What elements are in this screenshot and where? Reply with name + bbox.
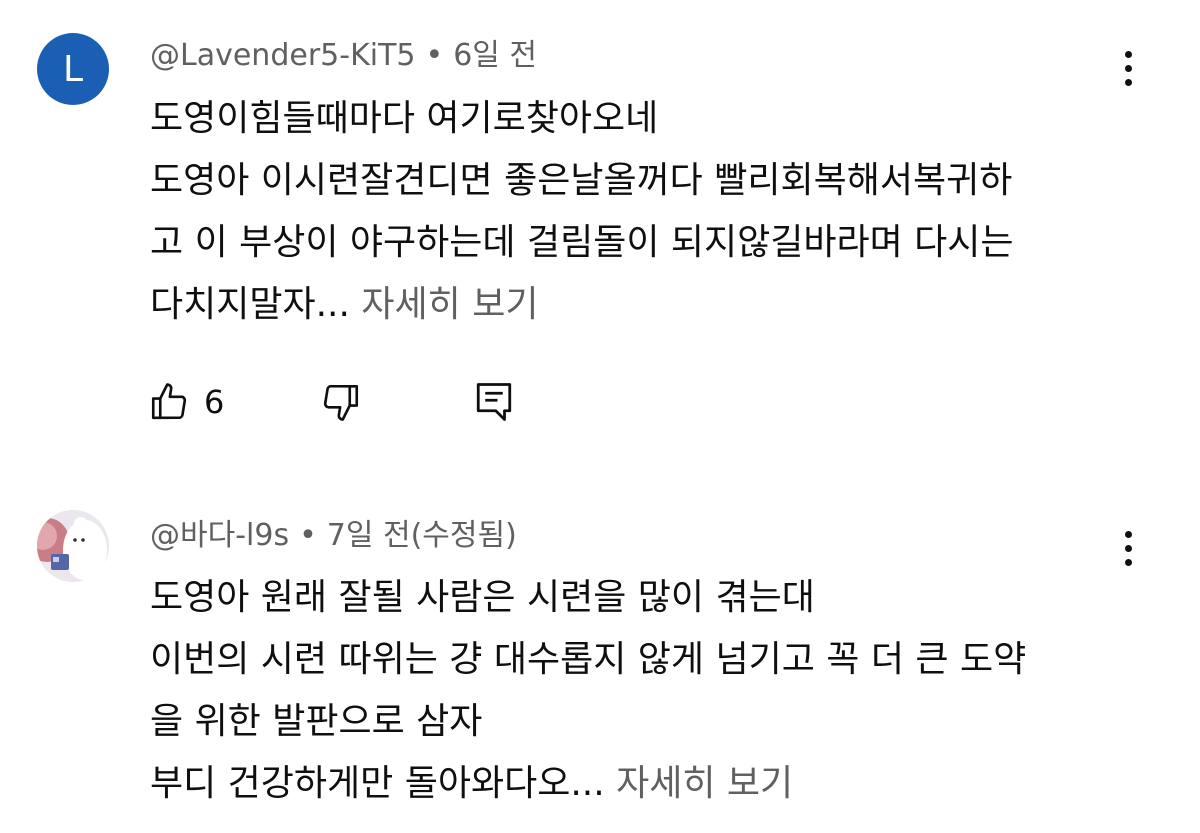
comment-line-last: 부디 건강하게만 돌아와다오... 자세히 보기 <box>150 753 1140 815</box>
comment-text: 도영이힘들때마다 여기로찾아오네 도영아 이시련잘견디면 좋은날올꺼다 빨리회복… <box>150 88 1140 336</box>
comment-actions: 6 <box>148 377 548 427</box>
comment-item: @바다-l9s • 7일 전(수정됨) 도영아 원래 잘될 사람은 시련을 많이 겪… <box>0 470 1200 833</box>
meta-separator: • <box>299 518 317 553</box>
comment-time[interactable]: 6일 전 <box>453 38 537 73</box>
like-button[interactable]: 6 <box>148 377 224 427</box>
comment-line: 도영아 원래 잘될 사람은 시련을 많이 겪는대 <box>150 577 815 618</box>
reply-button[interactable] <box>473 377 515 427</box>
thumbs-down-icon <box>323 384 359 421</box>
dislike-button[interactable] <box>320 377 362 427</box>
comment-line: 이번의 시련 따위는 걍 대수롭지 않게 넘기고 꼭 더 큰 도약 <box>150 639 1027 680</box>
comment-line: 을 위한 발판으로 삼자 <box>150 701 483 742</box>
comment-menu-button[interactable] <box>1108 43 1148 93</box>
comment-line: 고 이 부상이 야구하는데 걸림돌이 되지않길바라며 다시는 <box>150 222 1014 263</box>
thumbs-up-icon <box>151 383 187 420</box>
comment-line: 도영아 이시련잘견디면 좋은날올꺼다 빨리회복해서복귀하 <box>150 160 1013 201</box>
meta-separator: • <box>425 38 444 73</box>
more-vertical-icon <box>1124 50 1132 58</box>
avatar[interactable] <box>37 510 109 582</box>
avatar-image <box>37 510 109 582</box>
more-vertical-icon-dot <box>1124 64 1132 72</box>
comment-line: 도영이힘들때마다 여기로찾아오네 <box>150 98 659 139</box>
comment-author[interactable]: @Lavender5-KiT5 <box>150 38 416 73</box>
comment-item: L @Lavender5-KiT5 • 6일 전 도영이힘들때마다 여기로찾아오네 … <box>0 0 1200 470</box>
comment-line: 다치지말자... <box>150 284 350 325</box>
avatar[interactable]: L <box>37 33 109 105</box>
comment-time[interactable]: 7일 전(수정됨) <box>327 518 517 553</box>
comment-line: 부디 건강하게만 돌아와다오... <box>150 763 605 804</box>
more-vertical-icon-dot <box>1124 558 1132 566</box>
more-vertical-icon <box>1124 530 1132 538</box>
like-count: 6 <box>204 383 225 421</box>
more-vertical-icon-dot <box>1124 78 1132 86</box>
reply-comment-icon <box>476 383 512 421</box>
avatar-letter: L <box>62 48 84 90</box>
more-vertical-icon-dot <box>1124 544 1132 552</box>
comment-meta: @바다-l9s • 7일 전(수정됨) <box>150 516 517 556</box>
comment-menu-button[interactable] <box>1108 523 1148 573</box>
comment-author[interactable]: @바다-l9s <box>150 518 289 553</box>
comment-line-last: 다치지말자... 자세히 보기 <box>150 274 1140 336</box>
read-more-link[interactable]: 자세히 보기 <box>616 763 793 804</box>
comment-meta: @Lavender5-KiT5 • 6일 전 <box>150 36 537 76</box>
comment-text: 도영아 원래 잘될 사람은 시련을 많이 겪는대 이번의 시련 따위는 걍 대수… <box>150 567 1140 815</box>
read-more-link[interactable]: 자세히 보기 <box>361 284 538 325</box>
